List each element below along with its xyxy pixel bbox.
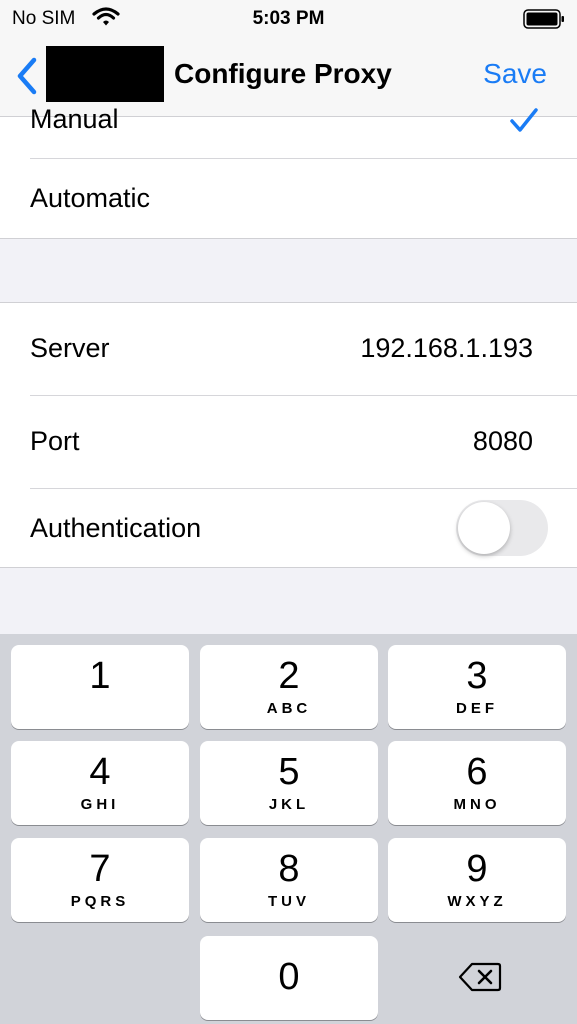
checkmark-icon — [509, 107, 539, 140]
key-2[interactable]: 2 ABC — [200, 645, 378, 729]
mode-option-label: Automatic — [30, 183, 151, 213]
key-letters: ABC — [266, 700, 312, 717]
server-field[interactable]: 192.168.1.193 — [360, 333, 533, 364]
status-bar: No SIM 5:03 PM — [0, 0, 577, 36]
key-6[interactable]: 6 MNO — [388, 741, 566, 825]
key-number: 6 — [466, 751, 488, 793]
key-9[interactable]: 9 WXYZ — [388, 838, 566, 922]
key-letters: TUV — [268, 893, 310, 910]
numeric-keyboard: 1 2 ABC 3 DEF 4 GHI 5 JKL 6 MNO 7 PQRS 8… — [0, 634, 577, 1024]
mode-option-label: Manual — [30, 104, 119, 134]
separator — [30, 488, 577, 489]
key-5[interactable]: 5 JKL — [200, 741, 378, 825]
key-0[interactable]: 0 — [200, 936, 378, 1020]
port-label: Port — [30, 426, 80, 456]
delete-icon — [458, 962, 502, 992]
key-number: 4 — [89, 751, 111, 793]
authentication-toggle[interactable] — [456, 500, 548, 556]
key-4[interactable]: 4 GHI — [11, 741, 189, 825]
key-number: 0 — [278, 956, 300, 998]
battery-icon — [523, 9, 565, 34]
redacted-back-title — [46, 46, 164, 102]
page-title: Configure Proxy — [174, 58, 392, 89]
toggle-knob — [458, 502, 510, 554]
key-letters: PQRS — [70, 893, 130, 910]
proxy-settings-group: Server 192.168.1.193 Port 8080 Authentic… — [0, 302, 577, 568]
save-button[interactable]: Save — [483, 58, 547, 90]
port-field[interactable]: 8080 — [473, 426, 533, 457]
key-letters: JKL — [268, 796, 310, 813]
separator — [30, 158, 577, 159]
key-letters: MNO — [453, 796, 501, 813]
status-time: 5:03 PM — [252, 8, 325, 29]
key-1[interactable]: 1 — [11, 645, 189, 729]
back-button[interactable] — [12, 54, 42, 98]
key-letters: WXYZ — [447, 893, 507, 910]
key-number: 7 — [89, 848, 111, 890]
key-number: 5 — [278, 751, 300, 793]
key-3[interactable]: 3 DEF — [388, 645, 566, 729]
key-number: 8 — [278, 848, 300, 890]
key-letters: GHI — [80, 796, 120, 813]
delete-button[interactable] — [388, 936, 566, 1020]
authentication-label: Authentication — [30, 513, 202, 543]
key-number: 2 — [278, 655, 300, 697]
key-letters: DEF — [456, 700, 498, 717]
chevron-left-icon — [17, 57, 37, 95]
key-number: 1 — [89, 655, 111, 697]
key-number: 3 — [466, 655, 488, 697]
key-8[interactable]: 8 TUV — [200, 838, 378, 922]
server-label: Server — [30, 333, 110, 363]
key-number: 9 — [466, 848, 488, 890]
key-7[interactable]: 7 PQRS — [11, 838, 189, 922]
separator — [30, 395, 577, 396]
proxy-mode-group: Manual Automatic — [0, 104, 577, 239]
